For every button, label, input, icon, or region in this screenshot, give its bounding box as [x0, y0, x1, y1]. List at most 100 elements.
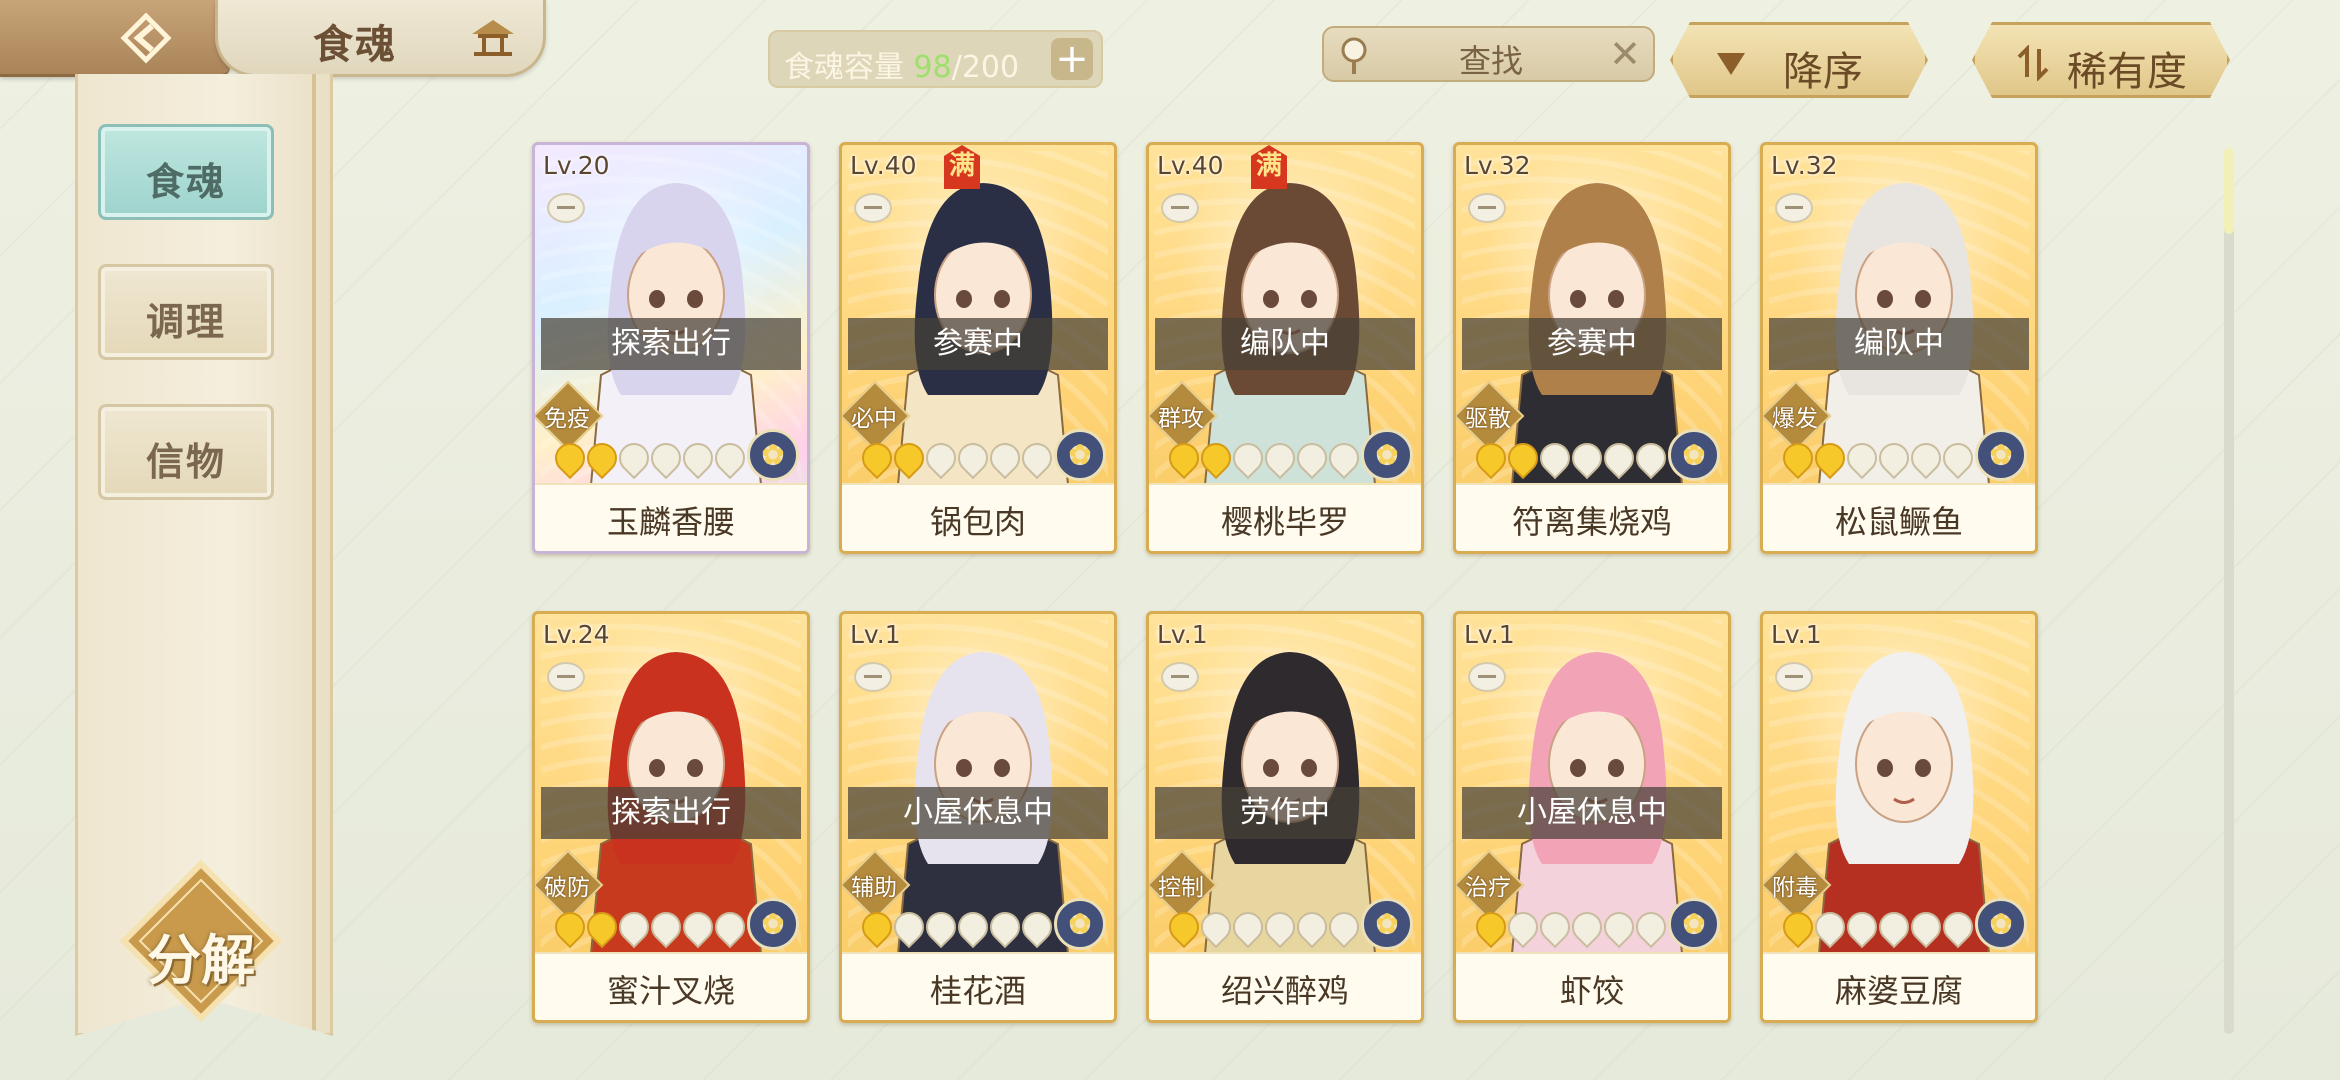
star-icon [855, 436, 899, 480]
search-icon [1341, 37, 1367, 74]
capacity-separator: / [951, 50, 962, 85]
status-banner: 编队中 [1769, 318, 2029, 370]
food-soul-card[interactable]: Lv.40满参赛中必中锅包肉 [839, 142, 1117, 554]
scrollbar[interactable] [2224, 148, 2234, 1034]
level-label: Lv.24 [543, 620, 610, 649]
role-badge: 附毒 [1763, 849, 1832, 921]
role-badge: 免疫 [535, 380, 604, 452]
role-badge: 爆发 [1763, 380, 1832, 452]
sidebar-item-conditioning[interactable]: 调理 [98, 264, 274, 360]
star-icon [919, 436, 963, 480]
role-badge: 破防 [535, 849, 604, 921]
star-icon [1533, 436, 1577, 480]
element-flower-icon [1668, 429, 1720, 481]
food-soul-card[interactable]: Lv.1 劳作中控制绍兴醉鸡 [1146, 611, 1424, 1023]
star-icon [1936, 905, 1980, 949]
star-icon [612, 905, 656, 949]
sidebar-item-tokens[interactable]: 信物 [98, 404, 274, 500]
level-label: Lv.40 [1157, 151, 1224, 180]
capacity-max: 200 [961, 50, 1020, 85]
role-badge: 辅助 [842, 849, 911, 921]
element-flower-icon [1361, 429, 1413, 481]
character-name: 麻婆豆腐 [1834, 972, 1963, 1010]
food-soul-card[interactable]: Lv.1 附毒麻婆豆腐 [1760, 611, 2038, 1023]
star-icon [1258, 905, 1302, 949]
level-label: Lv.1 [1771, 620, 1822, 649]
name-bar: 绍兴醉鸡 [1149, 952, 1421, 1020]
bowl-icon [547, 662, 585, 692]
star-icon [1936, 436, 1980, 480]
character-name: 符离集烧鸡 [1511, 503, 1672, 541]
role-label: 附毒 [1772, 875, 1818, 901]
status-banner: 小屋休息中 [848, 787, 1108, 839]
status-banner: 探索出行 [541, 318, 801, 370]
bowl-icon [547, 193, 585, 223]
star-icon [983, 905, 1027, 949]
sort-swap-icon [2015, 45, 2051, 81]
sort-order-button[interactable]: 降序 [1670, 22, 1928, 98]
star-rating [1776, 436, 1980, 480]
clear-search-icon[interactable]: ✕ [1609, 32, 1641, 76]
character-name: 玉麟香腰 [606, 503, 735, 541]
star-icon [1322, 905, 1366, 949]
add-capacity-button[interactable]: + [1051, 38, 1093, 80]
sidebar-item-label: 信物 [145, 440, 226, 484]
page-title-tab: 食魂 [215, 0, 546, 77]
food-soul-card[interactable]: Lv.20 探索出行免疫玉麟香腰 [532, 142, 810, 554]
character-name: 虾饺 [1559, 972, 1624, 1010]
star-rating [548, 436, 752, 480]
star-rating [548, 905, 752, 949]
name-bar: 蜜汁叉烧 [535, 952, 807, 1020]
star-icon [1629, 905, 1673, 949]
star-icon [951, 436, 995, 480]
element-flower-icon [747, 429, 799, 481]
star-icon [1840, 905, 1884, 949]
star-rating [1469, 436, 1673, 480]
capacity-label: 食魂容量 [784, 50, 904, 85]
bowl-icon [1468, 193, 1506, 223]
food-soul-card[interactable]: Lv.1 小屋休息中辅助桂花酒 [839, 611, 1117, 1023]
role-label: 免疫 [544, 406, 590, 432]
food-soul-card[interactable]: Lv.32 参赛中驱散符离集烧鸡 [1453, 142, 1731, 554]
star-icon [1776, 436, 1820, 480]
role-label: 破防 [544, 875, 590, 901]
food-soul-card[interactable]: Lv.1 小屋休息中治疗虾饺 [1453, 611, 1731, 1023]
star-rating [855, 436, 1059, 480]
food-soul-card[interactable]: Lv.32 编队中爆发松鼠鳜鱼 [1760, 142, 2038, 554]
food-soul-card[interactable]: Lv.24 探索出行破防蜜汁叉烧 [532, 611, 810, 1023]
sort-criteria-button[interactable]: 稀有度 [1972, 22, 2230, 98]
element-flower-icon [1054, 898, 1106, 950]
star-rating [1162, 905, 1366, 949]
role-badge: 必中 [842, 380, 911, 452]
food-soul-card[interactable]: Lv.40满编队中群攻樱桃毕罗 [1146, 142, 1424, 554]
back-button[interactable] [0, 0, 230, 77]
star-icon [644, 905, 688, 949]
bowl-icon [1775, 662, 1813, 692]
star-icon [1162, 436, 1206, 480]
decompose-button[interactable]: 分解 [118, 858, 284, 1024]
star-icon [676, 436, 720, 480]
star-icon [887, 436, 931, 480]
role-label: 爆发 [1772, 406, 1818, 432]
role-label: 必中 [851, 406, 897, 432]
sidebar-item-food-soul[interactable]: 食魂 [98, 124, 274, 220]
element-flower-icon [1975, 898, 2027, 950]
star-icon [855, 905, 899, 949]
star-icon [708, 905, 752, 949]
element-flower-icon [1361, 898, 1413, 950]
star-icon [612, 436, 656, 480]
scrollbar-thumb[interactable] [2224, 148, 2234, 234]
element-flower-icon [1054, 429, 1106, 481]
star-icon [580, 905, 624, 949]
star-icon [1290, 905, 1334, 949]
pavilion-icon[interactable] [470, 18, 516, 58]
bowl-icon [854, 193, 892, 223]
name-bar: 锅包肉 [842, 483, 1114, 551]
search-placeholder: 查找 [1459, 42, 1524, 80]
star-icon [887, 905, 931, 949]
role-badge: 治疗 [1456, 849, 1525, 921]
element-flower-icon [747, 898, 799, 950]
search-input[interactable]: 查找 ✕ [1322, 26, 1655, 82]
character-name: 蜜汁叉烧 [606, 972, 735, 1010]
level-label: Lv.1 [1464, 620, 1515, 649]
